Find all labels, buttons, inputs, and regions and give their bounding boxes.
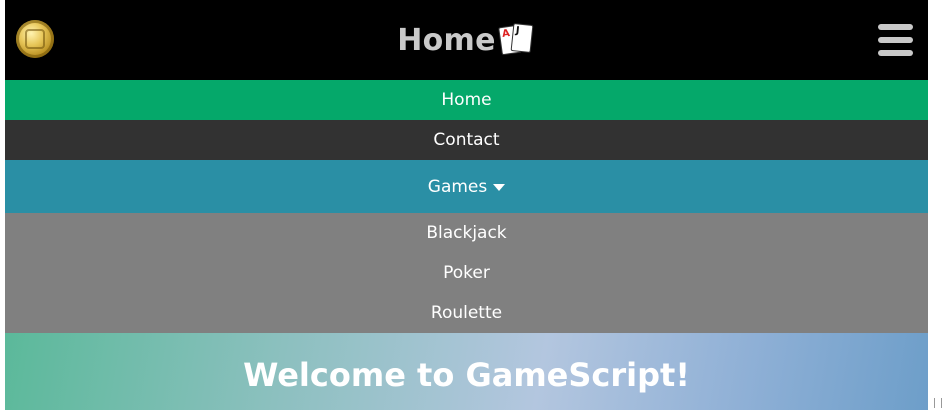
nav-home-link[interactable]: Home	[5, 80, 928, 120]
top-header: Home A J	[5, 0, 928, 80]
dropdown-item-label: Poker	[443, 263, 490, 283]
hamburger-bar	[878, 37, 913, 43]
nav-games-label: Games	[427, 176, 488, 197]
nav-games-dropdown[interactable]: Games	[5, 160, 928, 213]
hero-banner: Welcome to GameScript!	[5, 333, 928, 410]
nav-contact-label: Contact	[433, 130, 500, 150]
header-title-area: Home A J	[5, 0, 928, 80]
games-dropdown-menu: Blackjack Poker Roulette	[5, 213, 928, 333]
hero-title: Welcome to GameScript!	[243, 355, 690, 394]
caret-down-icon	[493, 184, 506, 191]
dropdown-item-label: Blackjack	[426, 223, 507, 243]
page: Home A J Home Contact Games Blackjack Po…	[5, 0, 928, 410]
dropdown-item-roulette[interactable]: Roulette	[5, 293, 928, 333]
dropdown-item-poker[interactable]: Poker	[5, 253, 928, 293]
hamburger-bar	[878, 50, 913, 56]
nav-home-label: Home	[441, 90, 492, 110]
resize-handle-icon[interactable]	[934, 398, 942, 408]
dropdown-item-blackjack[interactable]: Blackjack	[5, 213, 928, 253]
hamburger-menu-icon[interactable]	[878, 23, 913, 56]
jack-card: J	[510, 23, 534, 53]
hamburger-bar	[878, 24, 913, 30]
playing-cards-icon: A J	[497, 22, 536, 56]
nav-contact-link[interactable]: Contact	[5, 120, 928, 160]
page-title: Home	[397, 22, 496, 58]
dropdown-item-label: Roulette	[430, 303, 503, 323]
